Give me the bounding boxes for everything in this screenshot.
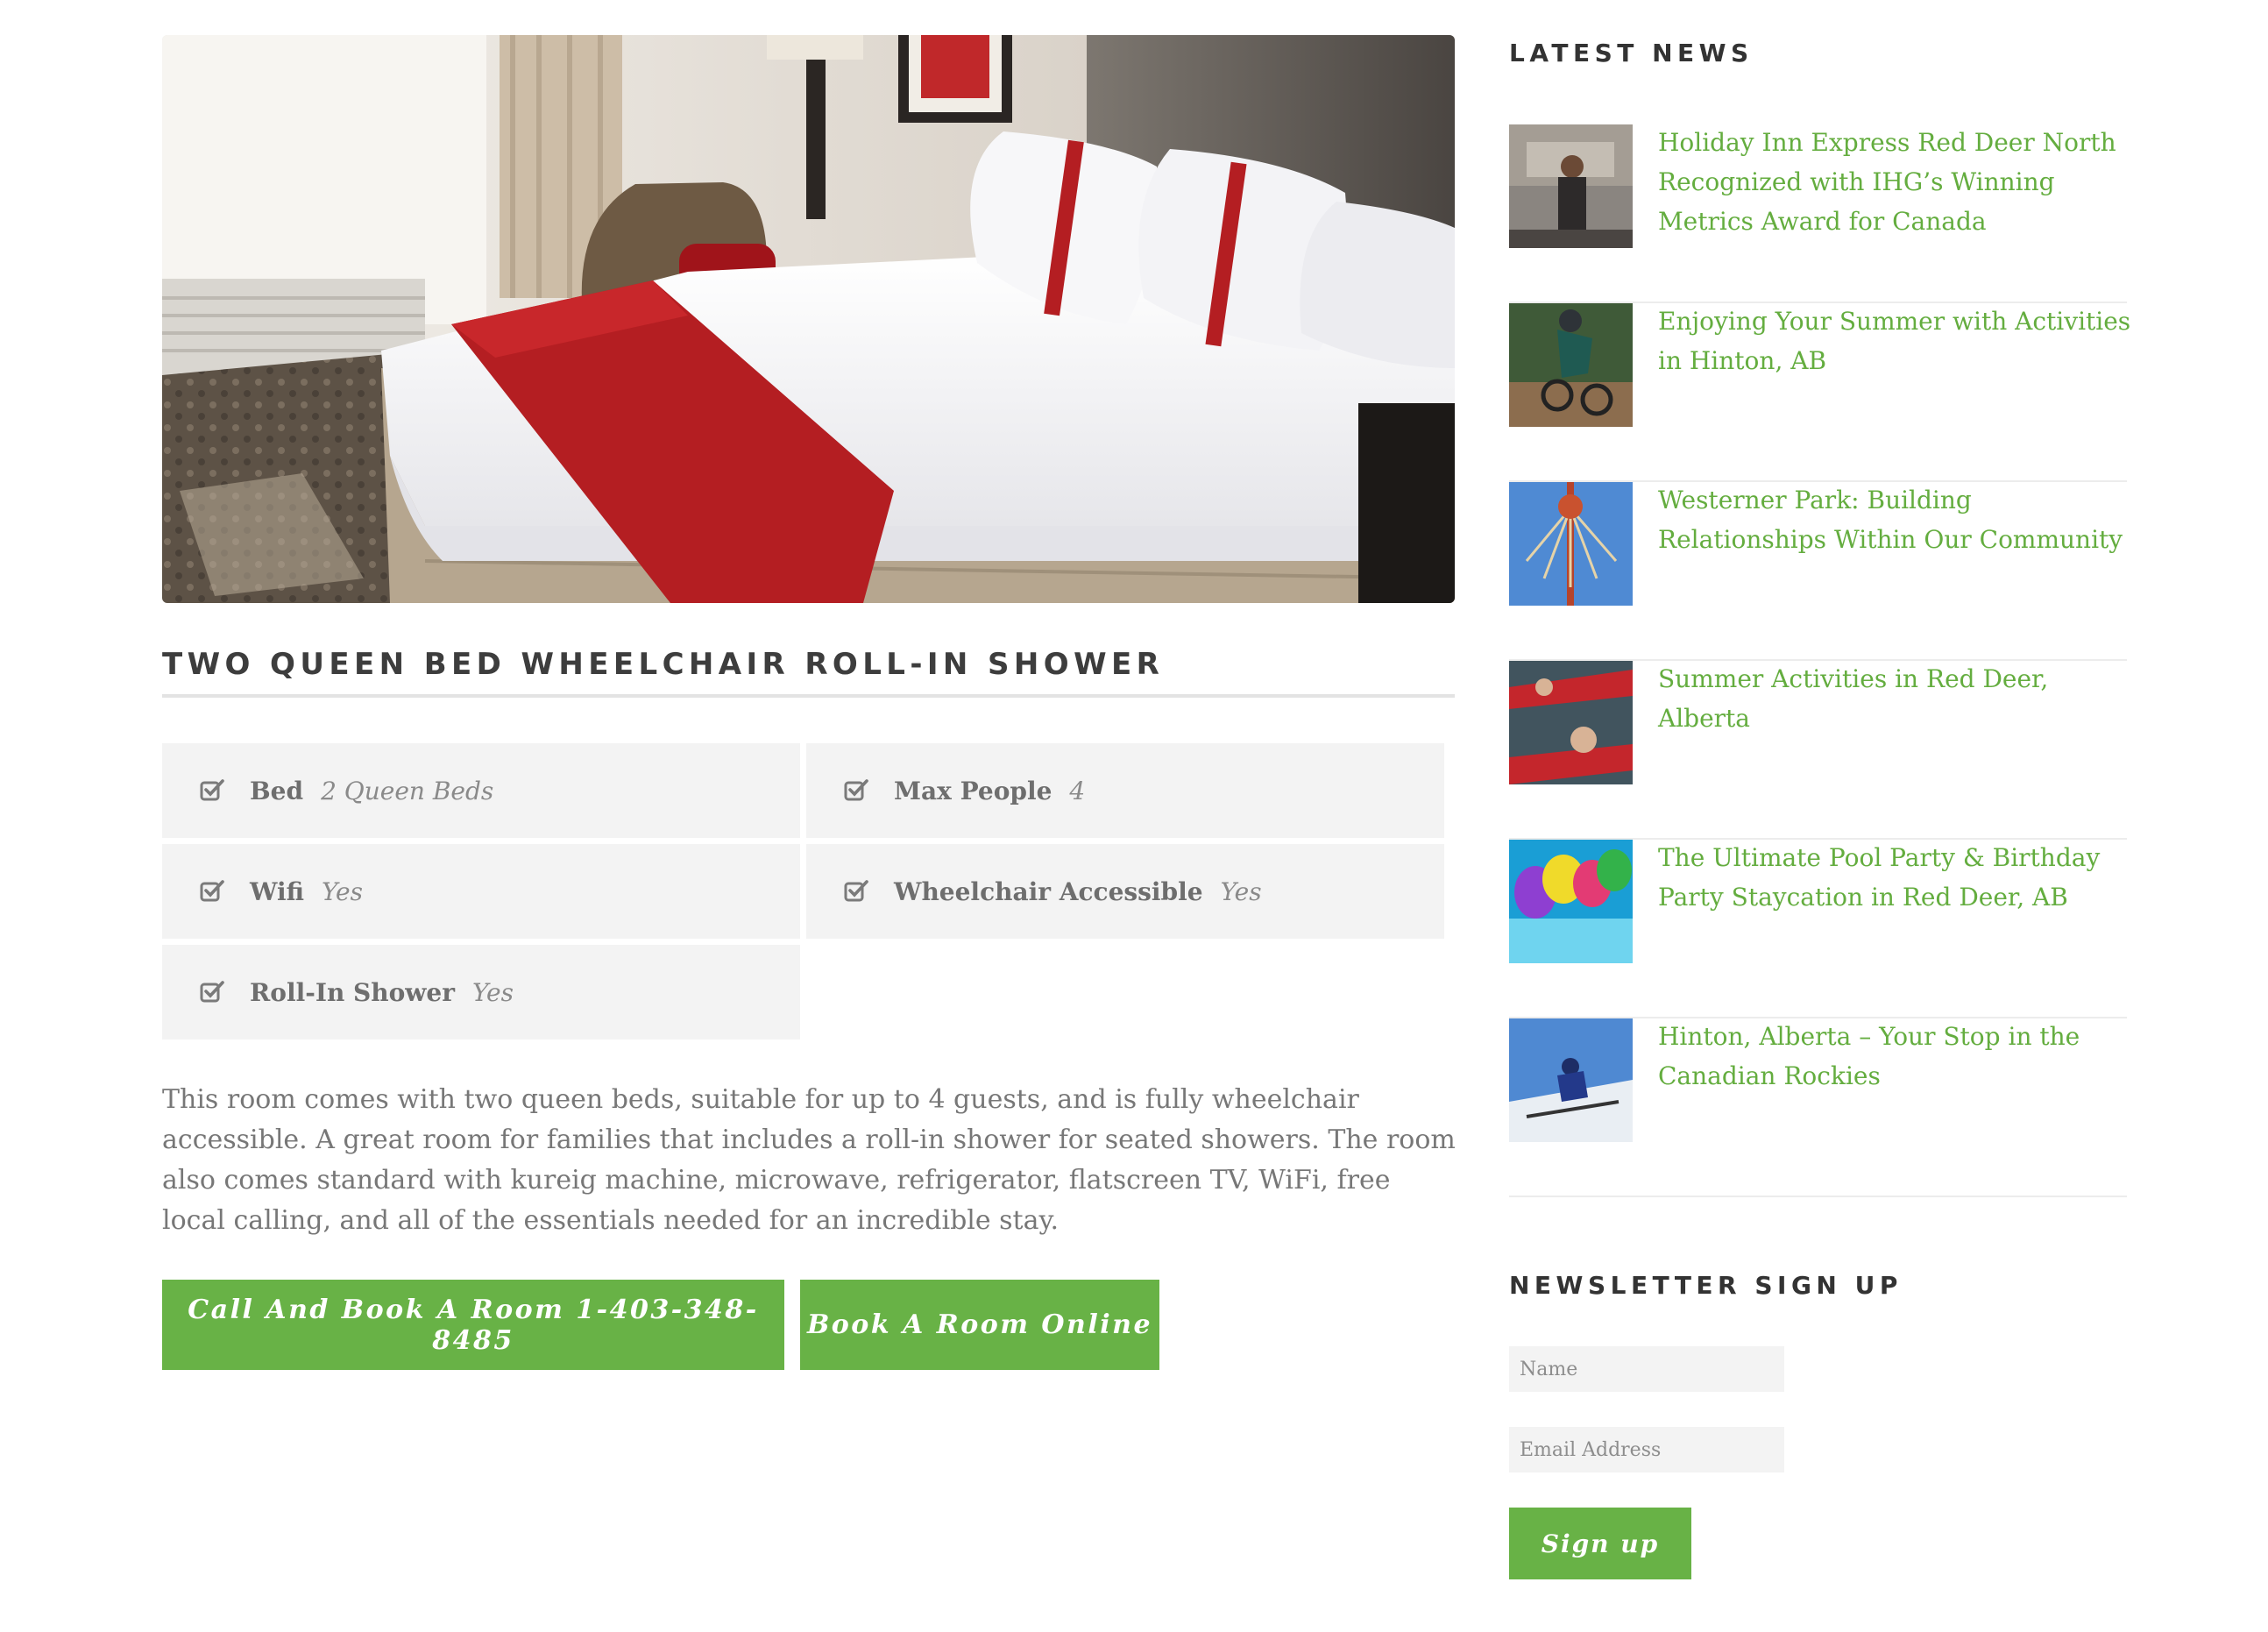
news-link[interactable]: Enjoying Your Summer with Activities in … [1658,302,2131,380]
news-thumbnail[interactable] [1509,1018,1633,1142]
news-thumbnail[interactable] [1509,840,1633,963]
feature-value: 2 Queen Beds [321,776,494,805]
room-title: TWO QUEEN BED WHEELCHAIR ROLL-IN SHOWER [162,647,1165,682]
check-square-icon [200,981,224,1003]
news-item: Hinton, Alberta – Your Stop in the Canad… [1509,1018,2127,1197]
news-link[interactable]: Summer Activities in Red Deer, Alberta [1658,659,2131,738]
news-link[interactable]: The Ultimate Pool Party & Birthday Party… [1658,838,2131,917]
feature-label: Roll-In Shower [250,977,455,1007]
news-item: Summer Activities in Red Deer, Alberta [1509,661,2127,840]
news-link[interactable]: Holiday Inn Express Red Deer North Recog… [1658,123,2131,241]
news-item: Westerner Park: Building Relationships W… [1509,482,2127,661]
book-online-button[interactable]: Book A Room Online [800,1280,1159,1370]
news-thumbnail[interactable] [1509,303,1633,427]
latest-news-heading: LATEST NEWS [1509,39,1754,67]
check-square-icon [200,779,224,801]
feature-bed: Bed 2 Queen Beds [162,743,800,838]
room-description: This room comes with two queen beds, sui… [162,1084,1456,1236]
news-item: The Ultimate Pool Party & Birthday Party… [1509,840,2127,1018]
feature-value: Yes [1220,876,1262,906]
news-thumbnail[interactable] [1509,124,1633,248]
news-link[interactable]: Hinton, Alberta – Your Stop in the Canad… [1658,1017,2131,1096]
feature-value: 4 [1069,776,1086,805]
news-item: Enjoying Your Summer with Activities in … [1509,303,2130,482]
email-field[interactable] [1509,1427,1784,1472]
feature-max-people: Max People 4 [806,743,1444,838]
feature-wifi: Wifi Yes [162,844,800,939]
news-thumbnail[interactable] [1509,661,1633,784]
title-divider [162,694,1455,698]
feature-value: Yes [321,876,363,906]
news-thumbnail[interactable] [1509,482,1633,606]
feature-label: Bed [250,776,304,805]
room-photo [162,35,1455,603]
name-field[interactable] [1509,1346,1784,1392]
signup-button[interactable]: Sign up [1509,1508,1691,1579]
check-square-icon [844,779,868,801]
check-square-icon [200,880,224,902]
news-link[interactable]: Westerner Park: Building Relationships W… [1658,480,2131,559]
call-to-book-button[interactable]: Call And Book A Room 1-403-348-8485 [162,1280,784,1370]
check-square-icon [844,880,868,902]
feature-label: Wifi [250,876,304,906]
feature-value: Yes [471,977,514,1007]
feature-roll-in-shower: Roll-In Shower Yes [162,945,800,1040]
news-item: Holiday Inn Express Red Deer North Recog… [1509,124,2127,303]
feature-label: Wheelchair Accessible [894,876,1203,906]
feature-label: Max People [894,776,1052,805]
feature-wheelchair-accessible: Wheelchair Accessible Yes [806,844,1444,939]
newsletter-heading: NEWSLETTER SIGN UP [1509,1271,1903,1300]
